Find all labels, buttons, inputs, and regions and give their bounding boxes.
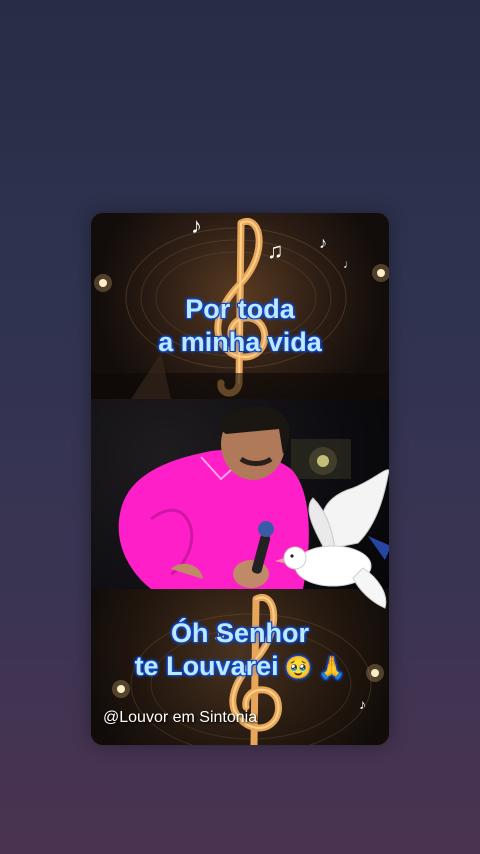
music-note-icon: ♫ <box>267 238 284 263</box>
praying-hands-emoji-icon: 🙏 <box>318 655 346 681</box>
music-note-icon: ♩ <box>343 257 355 271</box>
lyric-line: a minha vida <box>158 327 322 357</box>
lyric-line-with-emoji: te Louvarei 🥹 🙏 <box>91 650 389 684</box>
lyric-text: te Louvarei <box>134 651 279 681</box>
dove-icon <box>275 469 389 609</box>
music-note-icon: ♪ <box>359 696 366 712</box>
lyric-line: Por toda <box>185 294 295 324</box>
music-note-icon: ♪ <box>319 235 327 252</box>
lyric-caption-bottom: Óh Senhor te Louvarei 🥹 🙏 <box>91 617 389 684</box>
video-frame[interactable]: ♪ ♫ ♪ ♩ ♫ ♪ Por toda a minha vida Óh Sen… <box>91 213 389 745</box>
channel-watermark: @Louvor em Sintonia <box>103 709 258 726</box>
lyric-caption-top: Por toda a minha vida <box>91 293 389 359</box>
music-note-icon: ♪ <box>191 213 202 238</box>
pleading-face-emoji-icon: 🥹 <box>284 655 313 681</box>
lyric-line: Óh Senhor <box>170 618 309 648</box>
